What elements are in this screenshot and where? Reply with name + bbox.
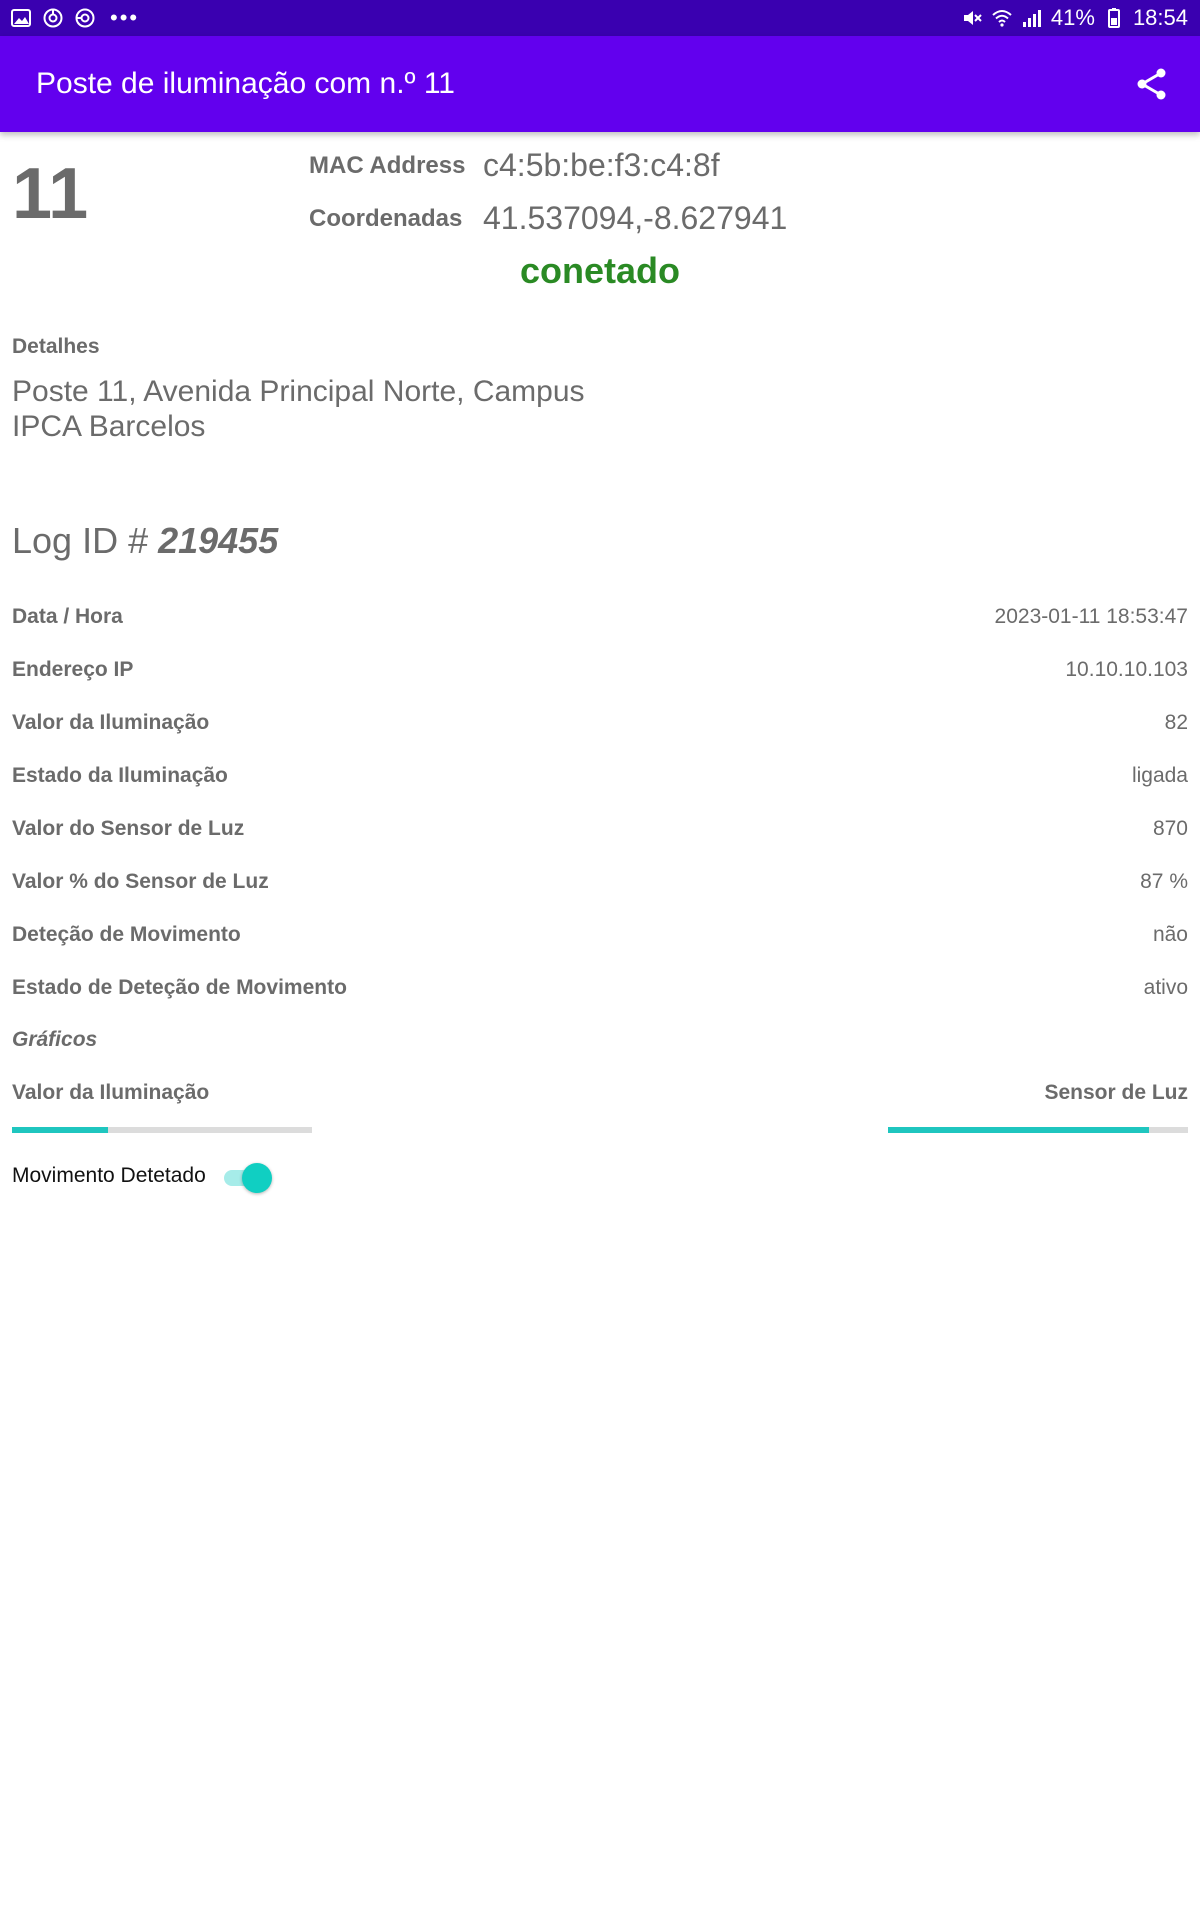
info-row-label: Valor da Iluminação bbox=[12, 711, 210, 734]
info-row-label: Valor % do Sensor de Luz bbox=[12, 870, 269, 893]
log-title-prefix: Log ID # bbox=[12, 520, 159, 561]
info-row-value: 87 % bbox=[1140, 870, 1188, 893]
info-row-light-sensor: Valor do Sensor de Luz 870 bbox=[12, 809, 1188, 849]
app-bar: Poste de iluminação com n.º 11 bbox=[0, 36, 1200, 132]
info-row-label: Data / Hora bbox=[12, 605, 123, 628]
mute-icon bbox=[963, 11, 982, 25]
light-sensor-progress-bar bbox=[888, 1127, 1188, 1133]
info-row-light-state: Estado da Iluminação ligada bbox=[12, 756, 1188, 796]
info-row-motion-detection: Deteção de Movimento não bbox=[12, 915, 1188, 955]
connection-status: conetado bbox=[519, 250, 680, 291]
info-row-value: 82 bbox=[1164, 711, 1188, 734]
info-row-value: ligada bbox=[1131, 764, 1188, 787]
battery-icon bbox=[1107, 8, 1120, 28]
info-row-value: ativo bbox=[1143, 976, 1188, 999]
share-icon[interactable] bbox=[1134, 66, 1170, 102]
app-title: Poste de iluminação com n.º 11 bbox=[36, 67, 455, 100]
details-label: Detalhes bbox=[12, 335, 100, 358]
charts-label: Gráficos bbox=[12, 1028, 98, 1051]
post-number: 11 bbox=[12, 154, 89, 234]
motion-detected-label: Movimento Detetado bbox=[12, 1164, 206, 1187]
status-bar-left: ••• bbox=[10, 0, 139, 36]
sync-icon bbox=[43, 8, 63, 28]
mac-address-value: c4:5b:be:f3:c4:8f bbox=[483, 147, 720, 183]
info-row-motion-state: Estado de Deteção de Movimento ativo bbox=[12, 968, 1188, 1008]
light-value-chart-label: Valor da Iluminação bbox=[12, 1081, 210, 1104]
info-row-label: Endereço IP bbox=[12, 658, 134, 681]
more-dots-icon: ••• bbox=[110, 5, 140, 30]
gallery-icon bbox=[11, 9, 31, 27]
info-row-value: não bbox=[1152, 923, 1188, 946]
log-title: Log ID # 219455 bbox=[12, 520, 278, 562]
clock: 18:54 bbox=[1132, 5, 1188, 30]
info-row-value: 870 bbox=[1152, 817, 1188, 840]
coordinates-label: Coordenadas bbox=[309, 205, 463, 232]
info-row-date: Data / Hora 2023-01-11 18:53:47 bbox=[12, 597, 1188, 637]
signal-icon bbox=[1022, 10, 1041, 27]
info-row-label: Deteção de Movimento bbox=[12, 923, 241, 946]
status-bar: ••• 41% 18:54 bbox=[0, 0, 1200, 36]
log-id: 219455 bbox=[158, 520, 279, 561]
motion-detected-switch[interactable] bbox=[222, 1161, 274, 1193]
info-row-value: 2023-01-11 18:53:47 bbox=[994, 605, 1188, 628]
info-row-label: Estado de Deteção de Movimento bbox=[12, 976, 347, 999]
wifi-icon bbox=[992, 10, 1012, 27]
info-row-light-sensor-percent: Valor % do Sensor de Luz 87 % bbox=[12, 862, 1188, 902]
light-value-progress-fill bbox=[12, 1127, 108, 1133]
info-row-label: Estado da Iluminação bbox=[12, 764, 228, 787]
mac-address-label: MAC Address bbox=[309, 152, 466, 179]
coordinates-value: 41.537094,-8.627941 bbox=[483, 200, 788, 236]
status-bar-right: 41% 18:54 bbox=[961, 0, 1188, 36]
info-row-light-value: Valor da Iluminação 82 bbox=[12, 703, 1188, 743]
info-row-ip: Endereço IP 10.10.10.103 bbox=[12, 650, 1188, 690]
battery-percent: 41% bbox=[1050, 5, 1095, 30]
switch-thumb bbox=[242, 1163, 272, 1193]
sync-alt-icon bbox=[75, 8, 95, 28]
light-sensor-chart-label: Sensor de Luz bbox=[1044, 1081, 1188, 1104]
light-value-progress-bar bbox=[12, 1127, 312, 1133]
info-row-value: 10.10.10.103 bbox=[1065, 658, 1188, 681]
details-text: Poste 11, Avenida Principal Norte, Campu… bbox=[12, 375, 585, 443]
info-row-label: Valor do Sensor de Luz bbox=[12, 817, 245, 840]
light-sensor-progress-fill bbox=[888, 1127, 1149, 1133]
